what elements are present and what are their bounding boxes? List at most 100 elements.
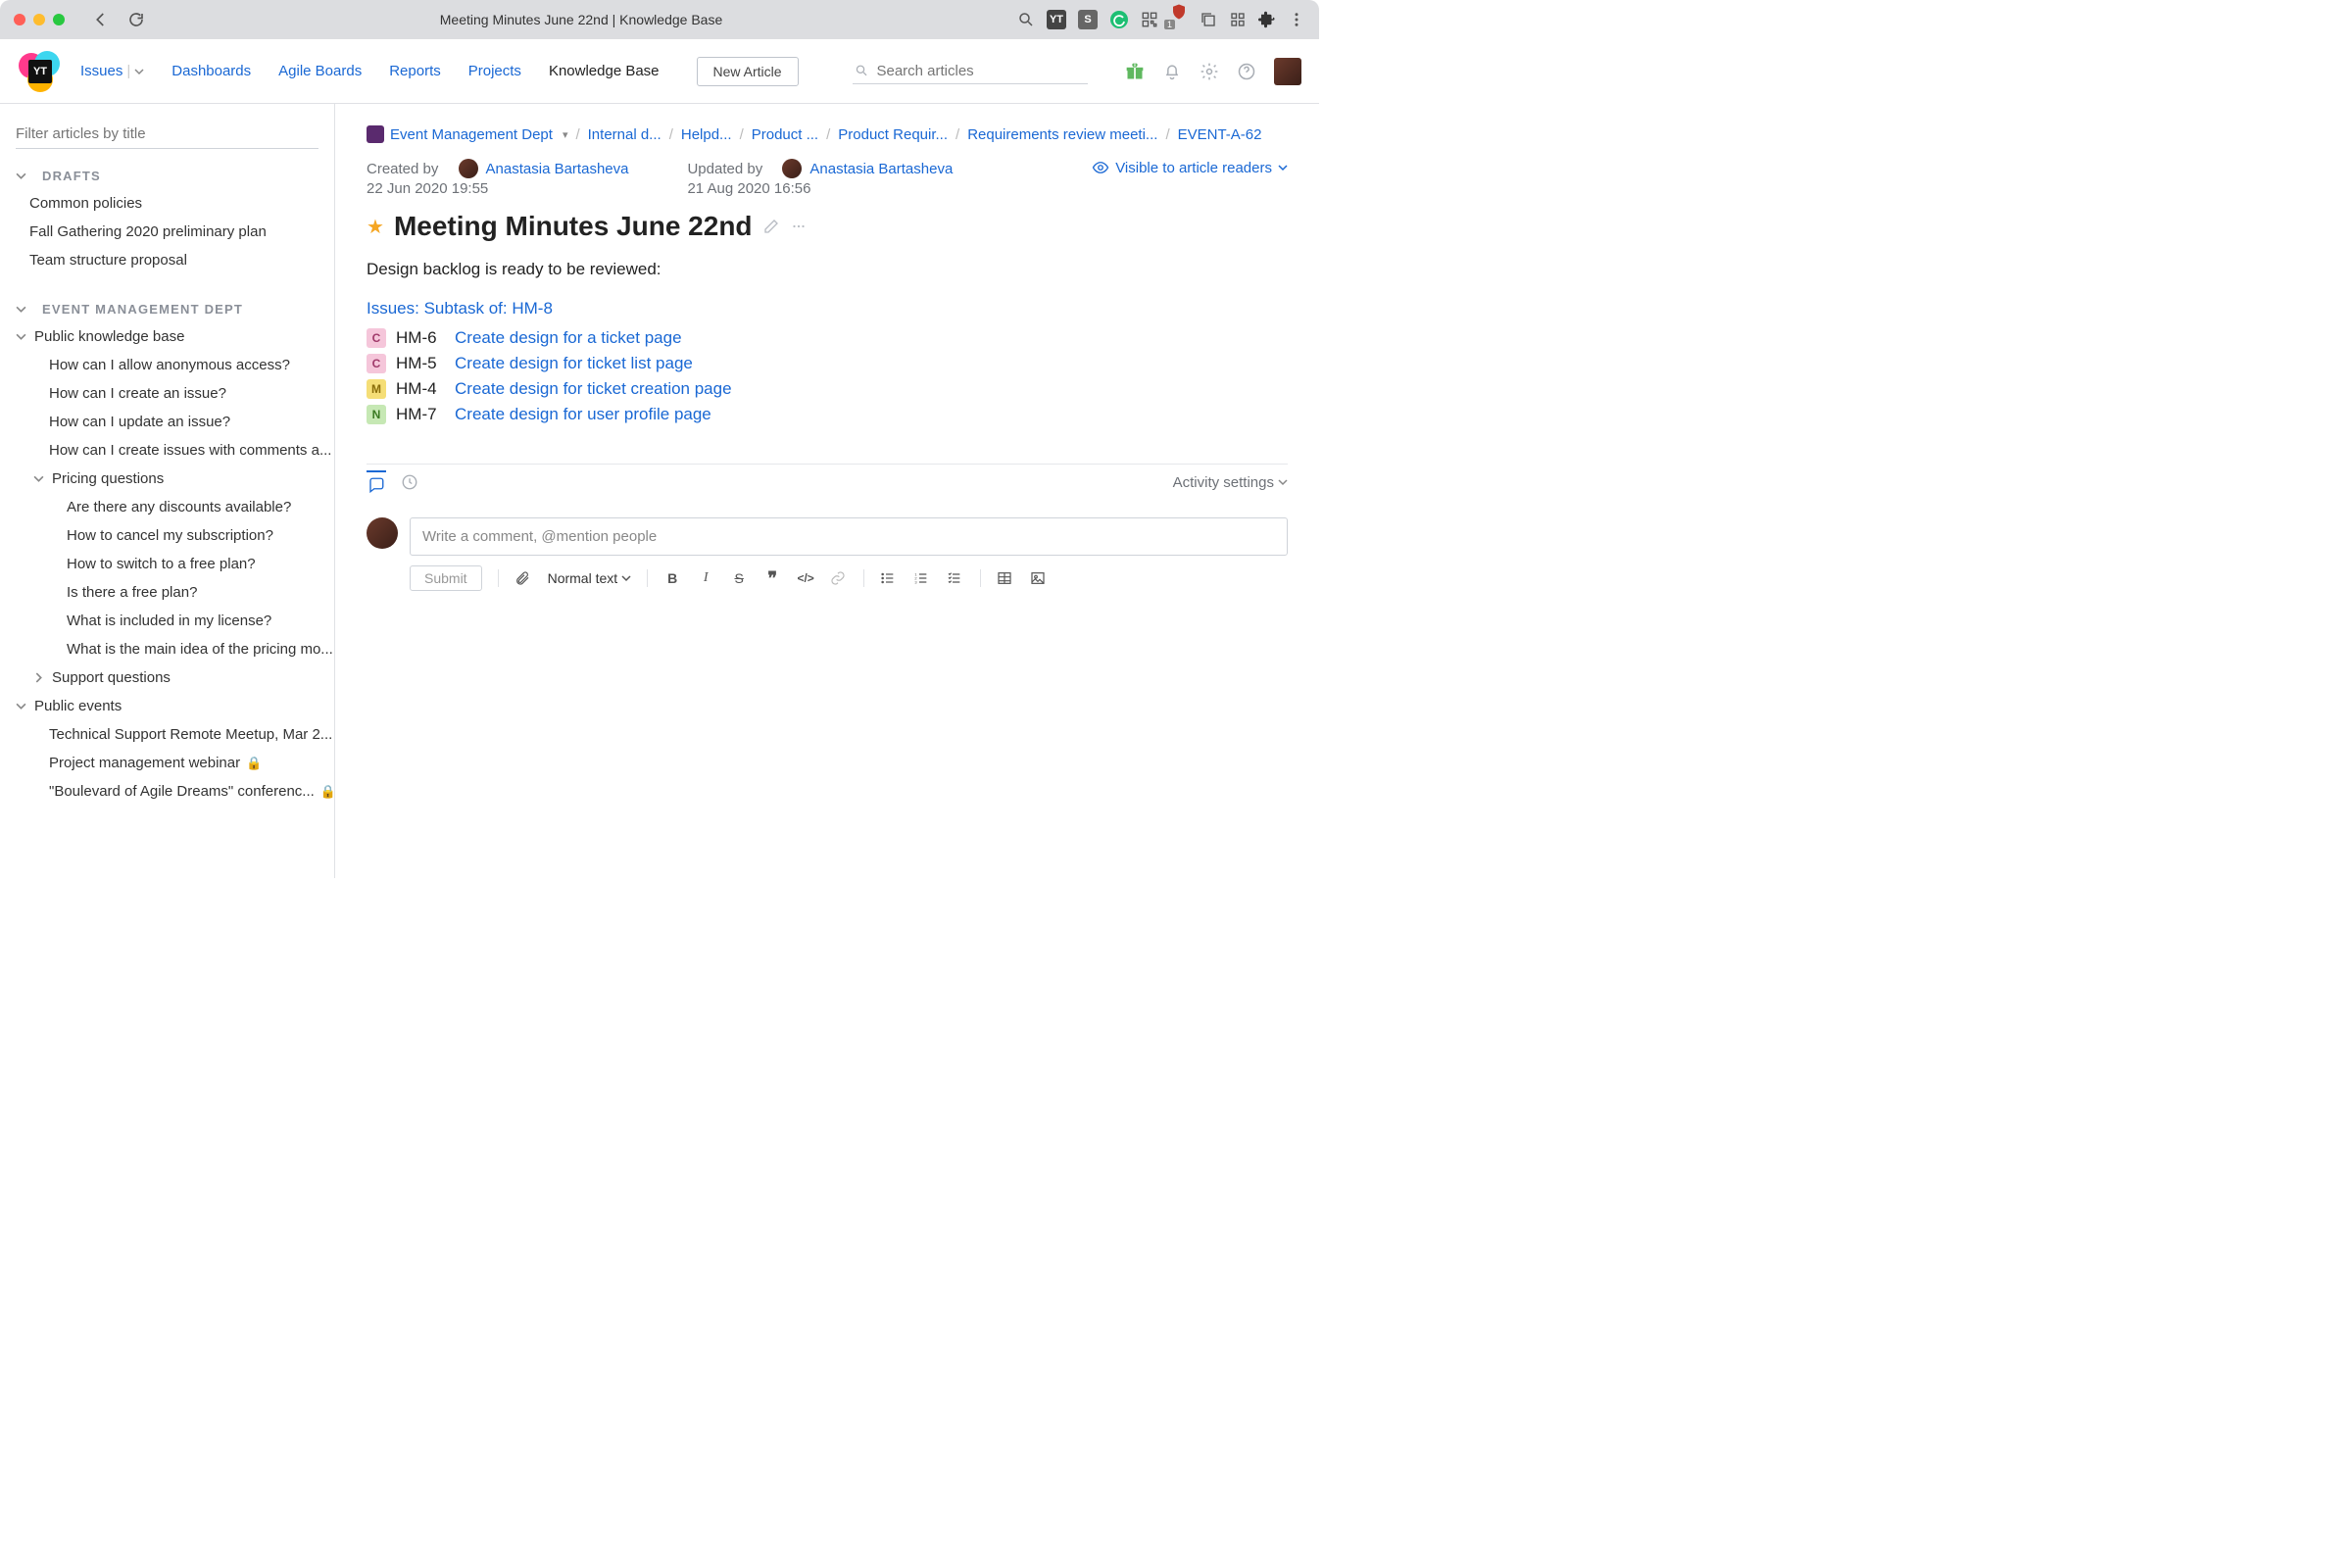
commenter-avatar[interactable]	[367, 517, 398, 549]
comment-input[interactable]: Write a comment, @mention people	[410, 517, 1288, 556]
crumb-item[interactable]: Helpd...	[681, 126, 732, 143]
edit-title-icon[interactable]	[762, 218, 780, 235]
issue-link[interactable]: Create design for user profile page	[455, 405, 711, 424]
sidebar-kb-item[interactable]: How can I create issues with comments a.…	[0, 436, 334, 465]
reload-icon[interactable]	[127, 11, 145, 28]
sidebar-kb-item[interactable]: How can I update an issue?	[0, 408, 334, 436]
crumb-current[interactable]: EVENT-A-62	[1178, 126, 1262, 143]
text-style-select[interactable]: Normal text	[548, 570, 632, 586]
close-window-icon[interactable]	[14, 14, 25, 25]
bell-icon[interactable]	[1162, 62, 1182, 81]
creator-link[interactable]: Anastasia Bartasheva	[486, 161, 629, 177]
crumb-item[interactable]: Product ...	[752, 126, 818, 143]
bullet-list-icon[interactable]	[880, 570, 898, 586]
sidebar-public-events[interactable]: Public events	[0, 692, 334, 720]
crumb-project[interactable]: Event Management Dept▾	[367, 125, 567, 143]
help-icon[interactable]	[1237, 62, 1256, 81]
sidebar-kb-item[interactable]: How can I allow anonymous access?	[0, 351, 334, 379]
ext-copy-icon[interactable]	[1200, 11, 1217, 28]
issue-id[interactable]: HM-7	[396, 405, 445, 424]
new-article-button[interactable]: New Article	[697, 57, 799, 86]
issue-id[interactable]: HM-6	[396, 328, 445, 348]
history-tab[interactable]	[400, 472, 419, 492]
issue-link[interactable]: Create design for ticket creation page	[455, 379, 732, 399]
sidebar-pricing-item[interactable]: Is there a free plan?	[0, 578, 334, 607]
ext-grid-icon[interactable]	[1229, 11, 1247, 28]
sidebar-pricing-item[interactable]: Are there any discounts available?	[0, 493, 334, 521]
strike-icon[interactable]: S	[730, 570, 748, 586]
ext-qr-icon[interactable]	[1141, 11, 1158, 28]
sidebar-section-drafts[interactable]: DRAFTS	[0, 157, 334, 189]
nav-agile-boards[interactable]: Agile Boards	[278, 63, 362, 79]
back-icon[interactable]	[92, 11, 110, 28]
issue-row: M HM-4 Create design for ticket creation…	[367, 379, 1288, 399]
nav-reports[interactable]: Reports	[389, 63, 441, 79]
gear-icon[interactable]	[1200, 62, 1219, 81]
ext-puzzle-icon[interactable]	[1258, 11, 1276, 28]
visibility-selector[interactable]: Visible to article readers	[1092, 159, 1288, 176]
crumb-item[interactable]: Internal d...	[588, 126, 662, 143]
created-label: Created by	[367, 161, 438, 177]
sidebar-event-item[interactable]: Project management webinar🔒	[0, 749, 334, 777]
image-icon[interactable]	[1030, 570, 1048, 586]
checklist-icon[interactable]	[947, 570, 964, 586]
ext-grammarly-icon[interactable]	[1109, 10, 1129, 29]
nav-dashboards[interactable]: Dashboards	[172, 63, 251, 79]
activity-settings[interactable]: Activity settings	[1173, 474, 1288, 491]
ext-s-icon[interactable]: S	[1078, 10, 1098, 29]
sidebar-pricing[interactable]: Pricing questions	[0, 465, 334, 493]
submit-button[interactable]: Submit	[410, 565, 482, 591]
nav-issues[interactable]: Issues|	[80, 63, 144, 79]
priority-badge: N	[367, 405, 386, 424]
lock-icon: 🔒	[320, 784, 334, 800]
crumb-item[interactable]: Product Requir...	[838, 126, 948, 143]
issue-link[interactable]: Create design for ticket list page	[455, 354, 693, 373]
sidebar-draft-item[interactable]: Fall Gathering 2020 preliminary plan	[0, 218, 334, 246]
italic-icon[interactable]: I	[697, 570, 714, 586]
ext-shield-icon[interactable]: 1	[1170, 3, 1188, 36]
ext-menu-icon[interactable]	[1288, 11, 1305, 28]
app-logo[interactable]: YT	[18, 49, 63, 94]
sidebar-draft-item[interactable]: Team structure proposal	[0, 246, 334, 274]
table-icon[interactable]	[997, 570, 1014, 586]
sidebar-public-kb[interactable]: Public knowledge base	[0, 322, 334, 351]
sidebar-support[interactable]: Support questions	[0, 663, 334, 692]
crumb-item[interactable]: Requirements review meeti...	[967, 126, 1157, 143]
sidebar-pricing-item[interactable]: How to switch to a free plan?	[0, 550, 334, 578]
ext-yt-icon[interactable]: YT	[1047, 10, 1066, 29]
sidebar-pricing-item[interactable]: What is the main idea of the pricing mo.…	[0, 635, 334, 663]
quote-icon[interactable]: ❞	[763, 568, 781, 589]
attach-icon[interactable]	[514, 570, 532, 586]
issue-id[interactable]: HM-4	[396, 379, 445, 399]
issue-link[interactable]: Create design for a ticket page	[455, 328, 682, 348]
search-icon[interactable]	[1017, 11, 1035, 28]
sidebar-section-event-dept[interactable]: EVENT MANAGEMENT DEPT	[0, 290, 334, 322]
more-icon[interactable]	[790, 218, 808, 235]
sidebar-event-item[interactable]: "Boulevard of Agile Dreams" conferenc...…	[0, 777, 334, 806]
updater-avatar[interactable]	[782, 159, 802, 178]
sidebar-pricing-item[interactable]: What is included in my license?	[0, 607, 334, 635]
user-avatar[interactable]	[1274, 58, 1301, 85]
star-icon[interactable]: ★	[367, 215, 384, 239]
sidebar-kb-item[interactable]: How can I create an issue?	[0, 379, 334, 408]
search-articles[interactable]	[853, 59, 1088, 84]
link-icon[interactable]	[830, 570, 848, 586]
creator-avatar[interactable]	[459, 159, 478, 178]
sidebar-event-item[interactable]: Technical Support Remote Meetup, Mar 2..…	[0, 720, 334, 749]
updater-link[interactable]: Anastasia Bartasheva	[809, 161, 953, 177]
sidebar-draft-item[interactable]: Common policies	[0, 189, 334, 218]
nav-projects[interactable]: Projects	[468, 63, 521, 79]
gift-icon[interactable]	[1125, 62, 1145, 81]
issue-id[interactable]: HM-5	[396, 354, 445, 373]
issues-query-link[interactable]: Issues: Subtask of: HM-8	[367, 299, 1288, 318]
maximize-window-icon[interactable]	[53, 14, 65, 25]
code-icon[interactable]: </>	[797, 571, 814, 585]
filter-articles-input[interactable]	[16, 120, 318, 149]
comments-tab[interactable]	[367, 470, 386, 490]
numbered-list-icon[interactable]: 123	[913, 570, 931, 586]
sidebar-pricing-item[interactable]: How to cancel my subscription?	[0, 521, 334, 550]
bold-icon[interactable]: B	[663, 570, 681, 586]
search-input[interactable]	[876, 63, 1086, 79]
nav-knowledge-base[interactable]: Knowledge Base	[549, 63, 660, 79]
minimize-window-icon[interactable]	[33, 14, 45, 25]
